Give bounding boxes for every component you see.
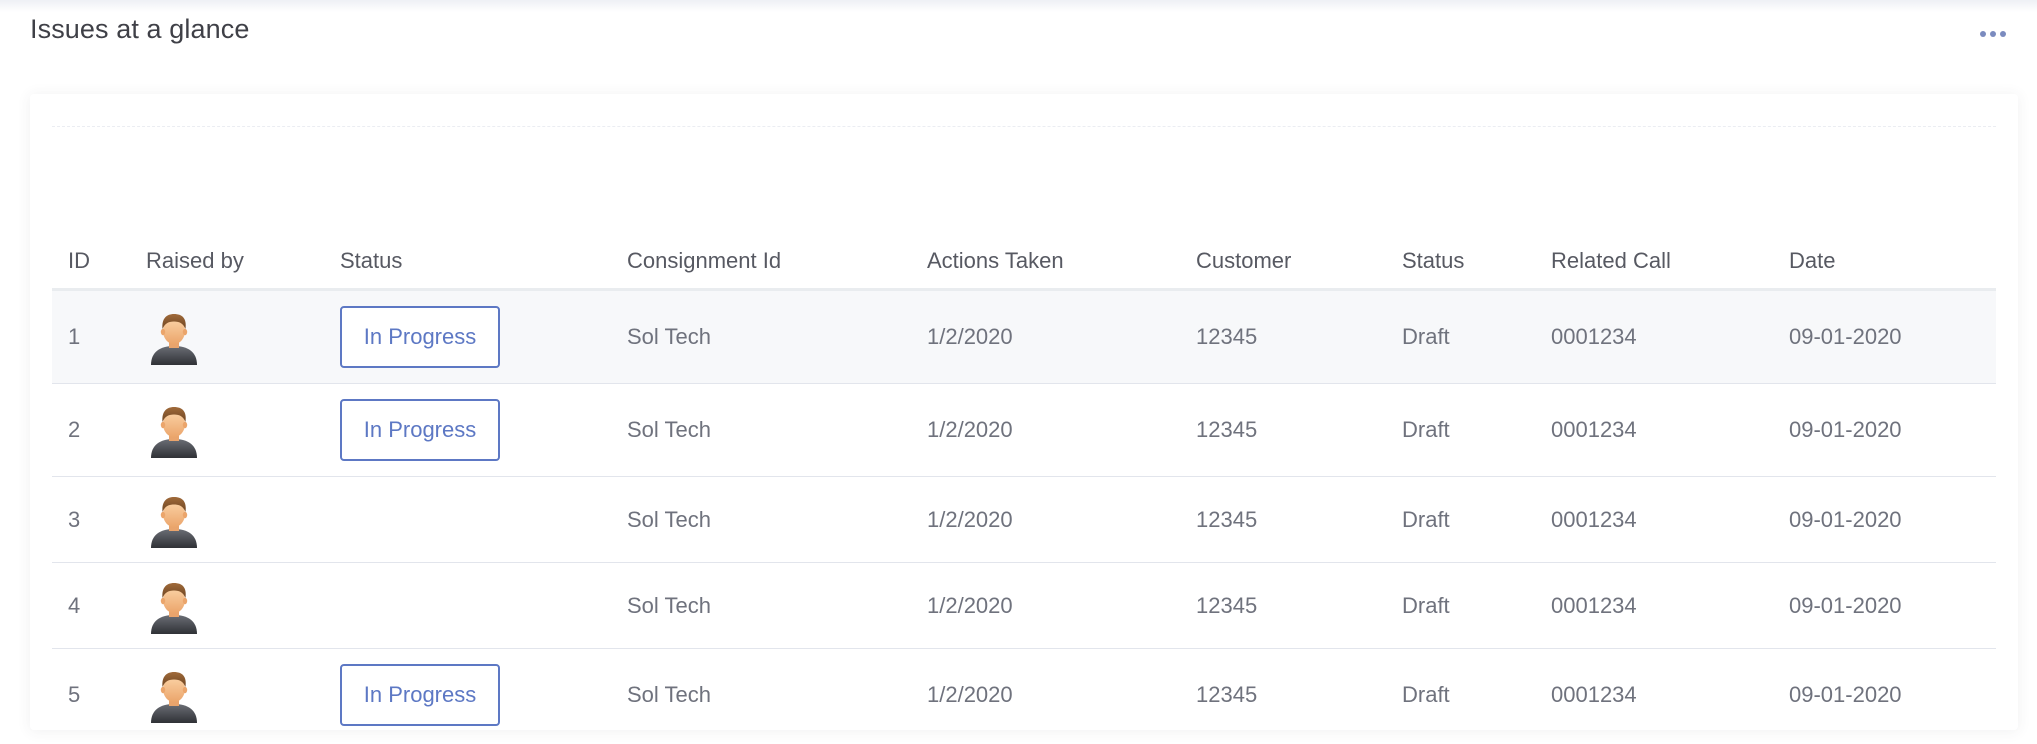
cell-raised-by (130, 476, 324, 563)
cell-related-call: 0001234 (1535, 289, 1773, 384)
more-dot (1990, 31, 1996, 37)
cell-related-call: 0001234 (1535, 383, 1773, 477)
column-header-actions-taken[interactable]: Actions Taken (911, 234, 1180, 291)
column-header-customer[interactable]: Customer (1180, 234, 1386, 291)
column-header-consignment-id[interactable]: Consignment Id (611, 234, 911, 291)
table-row[interactable]: 1 In Progress Sol Tech 1/2/2020 12345 Dr… (52, 289, 1996, 384)
cell-status: In Progress (324, 383, 611, 477)
cell-raised-by (130, 562, 324, 649)
cell-customer: 12345 (1180, 562, 1386, 649)
cell-actions-taken: 1/2/2020 (911, 562, 1180, 649)
column-header-related-call[interactable]: Related Call (1535, 234, 1773, 291)
cell-related-call: 0001234 (1535, 562, 1773, 649)
cell-actions-taken: 1/2/2020 (911, 476, 1180, 563)
table-row[interactable]: 5 In Progress Sol Tech 1/2/2020 12345 Dr… (52, 649, 1996, 742)
cell-date: 09-01-2020 (1789, 682, 1902, 707)
column-header-status[interactable]: Status (324, 234, 611, 291)
cell-consignment-id: Sol Tech (611, 562, 911, 649)
user-avatar-icon[interactable] (146, 578, 202, 634)
cell-id: 3 (52, 476, 130, 563)
user-avatar-icon[interactable] (146, 402, 202, 458)
cell-date: 09-01-2020 (1773, 562, 1996, 649)
page-title: Issues at a glance (30, 14, 250, 44)
card-divider (52, 126, 1996, 127)
cell-consignment-id: Sol Tech (611, 383, 911, 477)
table-header-row: ID Raised by Status Consignment Id Actio… (52, 234, 1996, 291)
cell-status: In Progress (324, 289, 611, 384)
cell-status-2: Draft (1402, 682, 1450, 707)
cell-raised-by (130, 383, 324, 477)
user-avatar-icon[interactable] (146, 492, 202, 548)
table-row[interactable]: 4 Sol Tech 1/2/2020 12345 Draft 0001234 … (52, 562, 1996, 649)
user-avatar-icon[interactable] (146, 309, 202, 365)
cell-consignment-id: Sol Tech (627, 682, 711, 707)
cell-actions-taken: 1/2/2020 (911, 289, 1180, 384)
cell-status-2: Draft (1386, 476, 1535, 563)
column-header-date[interactable]: Date (1773, 234, 1996, 291)
status-badge[interactable]: In Progress (340, 306, 500, 368)
cell-date: 09-01-2020 (1773, 289, 1996, 384)
cell-raised-by (130, 649, 324, 742)
cell-related-call: 0001234 (1535, 476, 1773, 563)
issues-table: ID Raised by Status Consignment Id Actio… (52, 234, 1996, 741)
cell-status-2: Draft (1386, 562, 1535, 649)
more-horizontal-icon (1980, 31, 1986, 37)
user-avatar-icon[interactable] (146, 667, 202, 723)
cell-id: 5 (68, 682, 81, 707)
issues-card: ID Raised by Status Consignment Id Actio… (30, 94, 2018, 730)
column-header-raised-by[interactable]: Raised by (130, 234, 324, 291)
cell-actions-taken: 1/2/2020 (927, 682, 1013, 707)
more-options-button[interactable] (1972, 24, 2014, 44)
cell-date: 09-01-2020 (1773, 383, 1996, 477)
cell-id: 1 (52, 289, 130, 384)
more-dot (2000, 31, 2006, 37)
cell-consignment-id: Sol Tech (611, 476, 911, 563)
cell-status (324, 476, 611, 563)
status-badge[interactable]: In Progress (340, 664, 500, 726)
cell-related-call: 0001234 (1551, 682, 1637, 707)
cell-id: 2 (52, 383, 130, 477)
cell-id: 4 (52, 562, 130, 649)
cell-raised-by (130, 289, 324, 384)
cell-consignment-id: Sol Tech (611, 289, 911, 384)
cell-actions-taken: 1/2/2020 (911, 383, 1180, 477)
cell-customer: 12345 (1180, 289, 1386, 384)
cell-status-2: Draft (1386, 383, 1535, 477)
cell-customer: 12345 (1180, 476, 1386, 563)
column-header-id[interactable]: ID (52, 234, 130, 291)
cell-status (324, 562, 611, 649)
cell-customer: 12345 (1196, 682, 1258, 707)
cell-status-2: Draft (1386, 289, 1535, 384)
table-row[interactable]: 3 Sol Tech 1/2/2020 12345 Draft 0001234 … (52, 476, 1996, 563)
column-header-status-2[interactable]: Status (1386, 234, 1535, 291)
table-row[interactable]: 2 In Progress Sol Tech 1/2/2020 12345 Dr… (52, 383, 1996, 477)
cell-date: 09-01-2020 (1773, 476, 1996, 563)
cell-customer: 12345 (1180, 383, 1386, 477)
cell-status: In Progress (324, 649, 611, 742)
header-shadow (0, 0, 2037, 12)
status-badge[interactable]: In Progress (340, 399, 500, 461)
